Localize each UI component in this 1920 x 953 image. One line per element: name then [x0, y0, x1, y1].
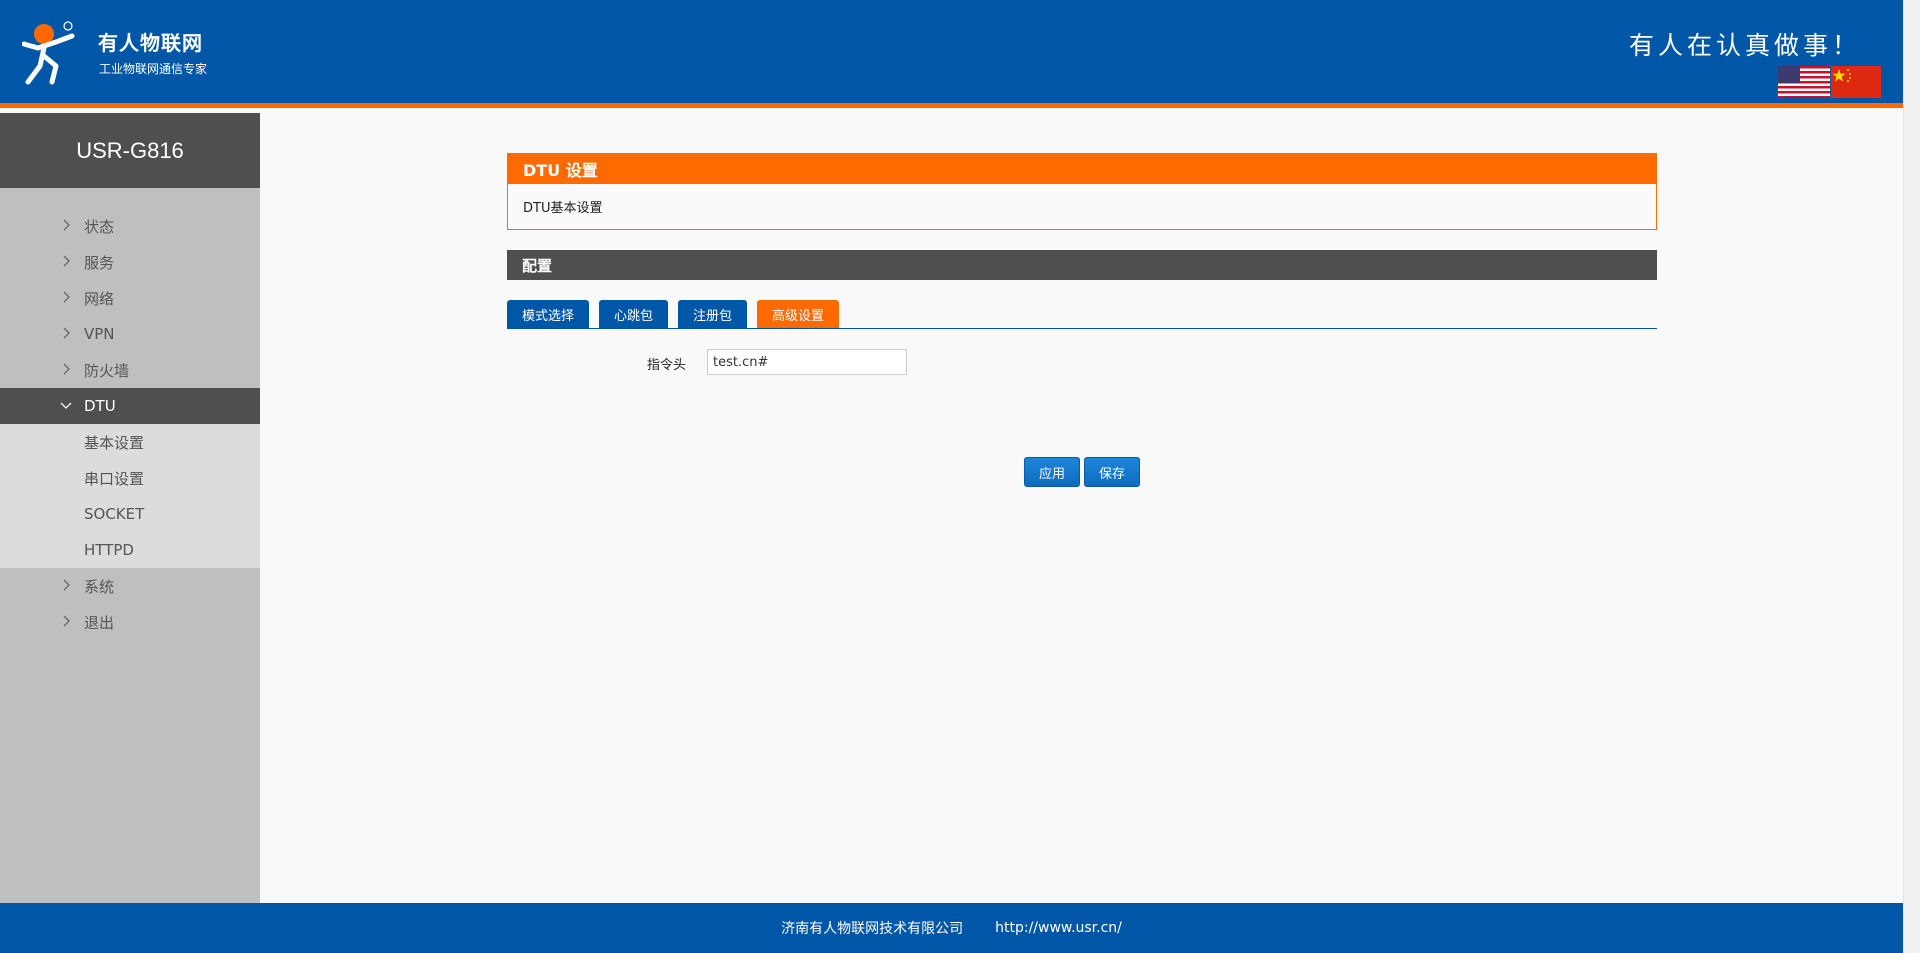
brand-subtitle: 工业物联网通信专家 — [99, 62, 208, 76]
sidebar-item-label: HTTPD — [84, 541, 134, 559]
chevron-right-icon — [63, 327, 70, 339]
chevron-right-icon — [63, 219, 70, 231]
sidebar-item-vpn[interactable]: VPN — [0, 316, 260, 352]
apply-button[interactable]: 应用 — [1024, 457, 1080, 487]
sidebar-subitem-httpd[interactable]: HTTPD — [0, 532, 260, 568]
footer-company: 济南有人物联网技术有限公司 — [781, 921, 964, 937]
tab-heartbeat[interactable]: 心跳包 — [599, 300, 669, 328]
usr-logo-icon — [22, 21, 75, 85]
page-scrollbar[interactable] — [1903, 0, 1920, 953]
sidebar-item-label: VPN — [84, 325, 115, 343]
command-header-label: 指令头 — [647, 358, 687, 373]
sidebar-subitem-serial-settings[interactable]: 串口设置 — [0, 460, 260, 496]
sidebar-item-label: SOCKET — [84, 505, 145, 523]
chinese-flag-icon[interactable] — [1831, 66, 1881, 98]
slogan: 有人在认真做事！ — [1628, 31, 1861, 60]
sidebar-item-services[interactable]: 服务 — [0, 244, 260, 280]
footer: 济南有人物联网技术有限公司 http://www.usr.cn/ — [0, 903, 1903, 953]
command-header-row: 指令头 — [507, 349, 1657, 375]
sidebar-item-system[interactable]: 系统 — [0, 568, 260, 604]
chevron-right-icon — [63, 291, 70, 303]
config-title: 配置 — [507, 250, 1657, 280]
chevron-down-icon — [60, 402, 72, 409]
sidebar-subitem-basic-settings[interactable]: 基本设置 — [0, 424, 260, 460]
sidebar-item-label: 状态 — [84, 217, 115, 236]
sidebar-subitem-socket[interactable]: SOCKET — [0, 496, 260, 532]
sidebar-item-status[interactable]: 状态 — [0, 208, 260, 244]
section-description: DTU基本设置 — [523, 201, 603, 216]
sidebar: USR-G816 状态 服务 网络 VPN 防火墙 DTU 基本设置 串口设置 … — [0, 113, 260, 903]
command-header-input[interactable] — [707, 349, 907, 375]
save-button[interactable]: 保存 — [1084, 457, 1140, 487]
sidebar-item-label: 串口设置 — [84, 469, 145, 488]
device-model-title: USR-G816 — [0, 113, 260, 188]
english-flag-icon[interactable] — [1778, 66, 1830, 98]
sidebar-menu: 状态 服务 网络 VPN 防火墙 DTU 基本设置 串口设置 SOCKET HT… — [0, 188, 260, 640]
chevron-right-icon — [63, 255, 70, 267]
form-actions: 应用 保存 — [1024, 457, 1140, 487]
sidebar-item-label: DTU — [84, 397, 116, 415]
sidebar-item-label: 网络 — [84, 289, 115, 308]
tab-mode-select[interactable]: 模式选择 — [507, 300, 590, 328]
brand-name: 有人物联网 — [98, 31, 203, 55]
sidebar-item-label: 基本设置 — [84, 433, 145, 452]
main-panel: DTU 设置 DTU基本设置 配置 模式选择 心跳包 注册包 高级设置 指令头 — [507, 153, 1657, 375]
section-title: DTU 设置 — [508, 154, 1656, 184]
dtu-submenu: 基本设置 串口设置 SOCKET HTTPD — [0, 424, 260, 568]
tab-register[interactable]: 注册包 — [678, 300, 748, 328]
sidebar-item-network[interactable]: 网络 — [0, 280, 260, 316]
chevron-right-icon — [63, 615, 70, 627]
header: 有人物联网 工业物联网通信专家 有人在认真做事！ — [0, 0, 1903, 108]
sidebar-item-label: 退出 — [84, 613, 115, 632]
sidebar-item-dtu[interactable]: DTU — [0, 388, 260, 424]
sidebar-item-label: 服务 — [84, 253, 115, 272]
sidebar-item-firewall[interactable]: 防火墙 — [0, 352, 260, 388]
sidebar-item-label: 防火墙 — [84, 361, 130, 380]
tab-advanced[interactable]: 高级设置 — [757, 300, 840, 328]
dtu-settings-box: DTU 设置 DTU基本设置 — [507, 153, 1657, 230]
config-tabs: 模式选择 心跳包 注册包 高级设置 — [507, 300, 1657, 329]
footer-url-link[interactable]: http://www.usr.cn/ — [995, 920, 1122, 936]
chevron-right-icon — [63, 579, 70, 591]
sidebar-item-label: 系统 — [84, 577, 115, 596]
sidebar-item-logout[interactable]: 退出 — [0, 604, 260, 640]
chevron-right-icon — [63, 363, 70, 375]
